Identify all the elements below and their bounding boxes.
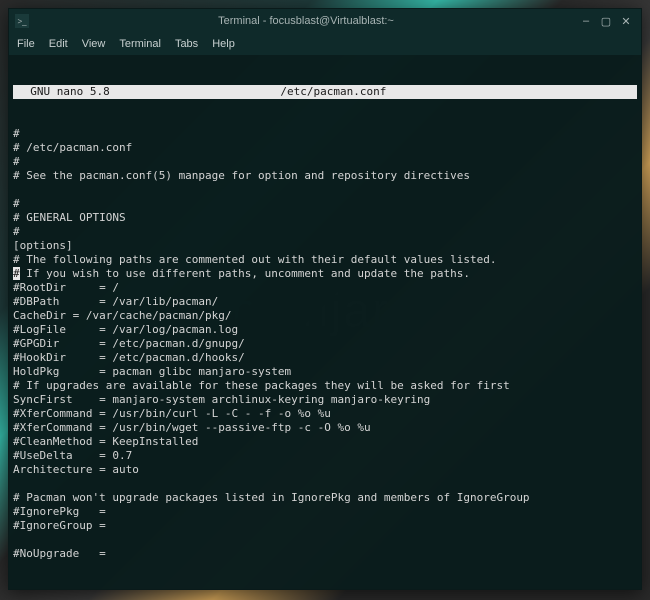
editor-line[interactable]: Architecture = auto	[13, 463, 637, 477]
editor-line[interactable]: #	[13, 197, 637, 211]
editor-line[interactable]: CacheDir = /var/cache/pacman/pkg/	[13, 309, 637, 323]
titlebar[interactable]: >_ Terminal - focusblast@Virtualblast:~ …	[9, 9, 641, 33]
editor-line[interactable]: HoldPkg = pacman glibc manjaro-system	[13, 365, 637, 379]
editor-line[interactable]: #LogFile = /var/log/pacman.log	[13, 323, 637, 337]
menubar[interactable]: File Edit View Terminal Tabs Help	[9, 33, 641, 55]
editor-line[interactable]: #IgnorePkg =	[13, 505, 637, 519]
editor-line[interactable]: #CleanMethod = KeepInstalled	[13, 435, 637, 449]
editor-line[interactable]: # If you wish to use different paths, un…	[13, 267, 637, 281]
editor-line[interactable]: # If upgrades are available for these pa…	[13, 379, 637, 393]
editor-line[interactable]: #	[13, 127, 637, 141]
minimize-button[interactable]: –	[577, 13, 595, 29]
editor-line[interactable]: #	[13, 225, 637, 239]
editor-line[interactable]: # Pacman won't upgrade packages listed i…	[13, 491, 637, 505]
maximize-button[interactable]: ▢	[597, 13, 615, 29]
menu-edit[interactable]: Edit	[49, 38, 68, 50]
menu-file[interactable]: File	[17, 38, 35, 50]
editor-line[interactable]: #NoUpgrade =	[13, 547, 637, 561]
editor-line[interactable]	[13, 183, 637, 197]
editor-line[interactable]: #XferCommand = /usr/bin/curl -L -C - -f …	[13, 407, 637, 421]
nano-version: GNU nano 5.8	[13, 85, 110, 99]
menu-tabs[interactable]: Tabs	[175, 38, 198, 50]
editor-line[interactable]: # See the pacman.conf(5) manpage for opt…	[13, 169, 637, 183]
menu-help[interactable]: Help	[212, 38, 235, 50]
terminal-viewport[interactable]: GNU nano 5.8 /etc/pacman.conf ## /etc/pa…	[9, 55, 641, 589]
editor-line[interactable]: #IgnoreGroup =	[13, 519, 637, 533]
nano-titlebar: GNU nano 5.8 /etc/pacman.conf	[13, 85, 637, 99]
editor-line[interactable]: # GENERAL OPTIONS	[13, 211, 637, 225]
editor-line[interactable]: #XferCommand = /usr/bin/wget --passive-f…	[13, 421, 637, 435]
editor-line[interactable]: #UseDelta = 0.7	[13, 449, 637, 463]
terminal-window: >_ Terminal - focusblast@Virtualblast:~ …	[8, 8, 642, 590]
editor-line[interactable]: #RootDir = /	[13, 281, 637, 295]
window-title: Terminal - focusblast@Virtualblast:~	[37, 15, 575, 27]
editor-line[interactable]	[13, 477, 637, 491]
editor-line[interactable]: [options]	[13, 239, 637, 253]
terminal-app-icon: >_	[15, 14, 29, 28]
editor-line[interactable]: #DBPath = /var/lib/pacman/	[13, 295, 637, 309]
editor-body[interactable]: ## /etc/pacman.conf## See the pacman.con…	[13, 127, 637, 561]
nano-filename: /etc/pacman.conf	[110, 85, 557, 99]
editor-line[interactable]: # The following paths are commented out …	[13, 253, 637, 267]
editor-line[interactable]: SyncFirst = manjaro-system archlinux-key…	[13, 393, 637, 407]
menu-view[interactable]: View	[82, 38, 106, 50]
menu-terminal[interactable]: Terminal	[119, 38, 161, 50]
editor-line[interactable]: #	[13, 155, 637, 169]
editor-line[interactable]: # /etc/pacman.conf	[13, 141, 637, 155]
editor-line[interactable]: #HookDir = /etc/pacman.d/hooks/	[13, 351, 637, 365]
close-button[interactable]: ✕	[617, 13, 635, 29]
editor-line[interactable]	[13, 533, 637, 547]
editor-line[interactable]: #GPGDir = /etc/pacman.d/gnupg/	[13, 337, 637, 351]
